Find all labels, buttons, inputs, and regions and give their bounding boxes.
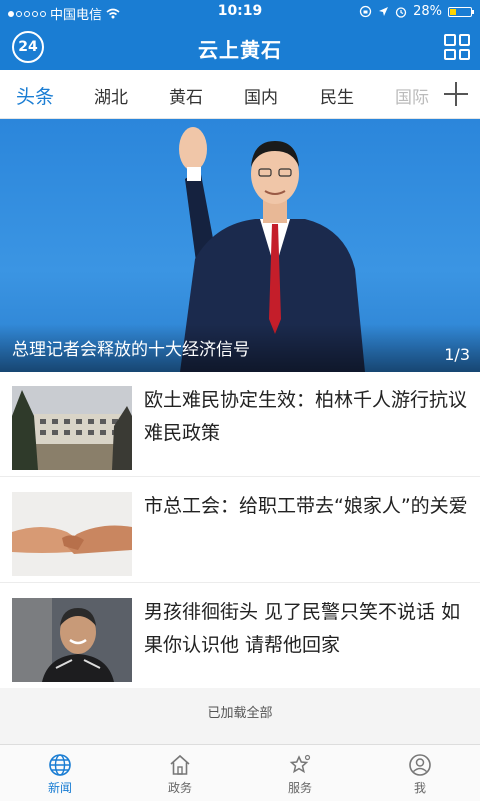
- tab-huangshi[interactable]: 黄石: [169, 83, 203, 108]
- add-channel-icon[interactable]: [444, 82, 468, 106]
- nav-label: 新闻: [47, 781, 72, 795]
- battery-percent: 28%: [413, 4, 442, 19]
- news-thumbnail: [12, 492, 132, 576]
- hero-caption: 总理记者会释放的十大经济信号: [12, 340, 250, 360]
- star-icon: [289, 754, 311, 774]
- news-title: 欧土难民协定生效：柏林千人游行抗议难民政策: [144, 389, 468, 444]
- app-title: 云上黄石: [198, 38, 282, 62]
- nav-me[interactable]: 我: [360, 745, 480, 801]
- hero-pager: 1/3: [444, 345, 470, 364]
- user-icon: [409, 754, 431, 776]
- battery-fill: [450, 8, 456, 15]
- loaded-all-indicator: 已加载全部: [0, 688, 480, 744]
- bottom-nav: 新闻 政务 服务 我: [0, 744, 480, 801]
- tab-headline[interactable]: 头条: [16, 82, 54, 109]
- nav-news[interactable]: 新闻: [0, 745, 120, 801]
- home-icon: [170, 754, 190, 775]
- nav-label: 我: [413, 781, 426, 795]
- news-title: 男孩徘徊街头 见了民警只笑不说话 如果你认识他 请帮他回家: [144, 601, 461, 656]
- rotation-lock-icon: [359, 5, 372, 18]
- status-right: 28%: [359, 4, 474, 19]
- nav-label: 服务: [287, 781, 312, 795]
- status-bar: 中国电信 10:19 28%: [0, 0, 480, 24]
- news-thumbnail: [12, 598, 132, 682]
- news-thumbnail: [12, 386, 132, 470]
- category-tabs: 头条 湖北 黄石 国内 民生 国际: [0, 70, 480, 119]
- hero-banner[interactable]: 总理记者会释放的十大经济信号 1/3: [0, 119, 480, 372]
- app-header: 24 云上黄石: [0, 24, 480, 70]
- alarm-icon: [395, 6, 407, 18]
- globe-icon: [49, 754, 71, 776]
- news-title: 市总工会：给职工带去“娘家人”的关爱: [144, 495, 468, 517]
- nav-label: 政务: [167, 781, 192, 795]
- battery-icon: [448, 6, 474, 17]
- tab-international[interactable]: 国际: [395, 83, 429, 108]
- tab-domestic[interactable]: 国内: [244, 83, 278, 108]
- news-item[interactable]: 市总工会：给职工带去“娘家人”的关爱: [0, 478, 480, 583]
- nav-services[interactable]: 服务: [240, 745, 360, 801]
- news-item[interactable]: 欧土难民协定生效：柏林千人游行抗议难民政策: [0, 372, 480, 477]
- news-item[interactable]: 男孩徘徊街头 见了民警只笑不说话 如果你认识他 请帮他回家: [0, 584, 480, 689]
- tab-hubei[interactable]: 湖北: [94, 83, 128, 108]
- location-icon: [379, 7, 389, 16]
- nav-government[interactable]: 政务: [120, 745, 240, 801]
- grid-menu-icon[interactable]: [444, 34, 470, 60]
- tab-livelihood[interactable]: 民生: [320, 83, 354, 108]
